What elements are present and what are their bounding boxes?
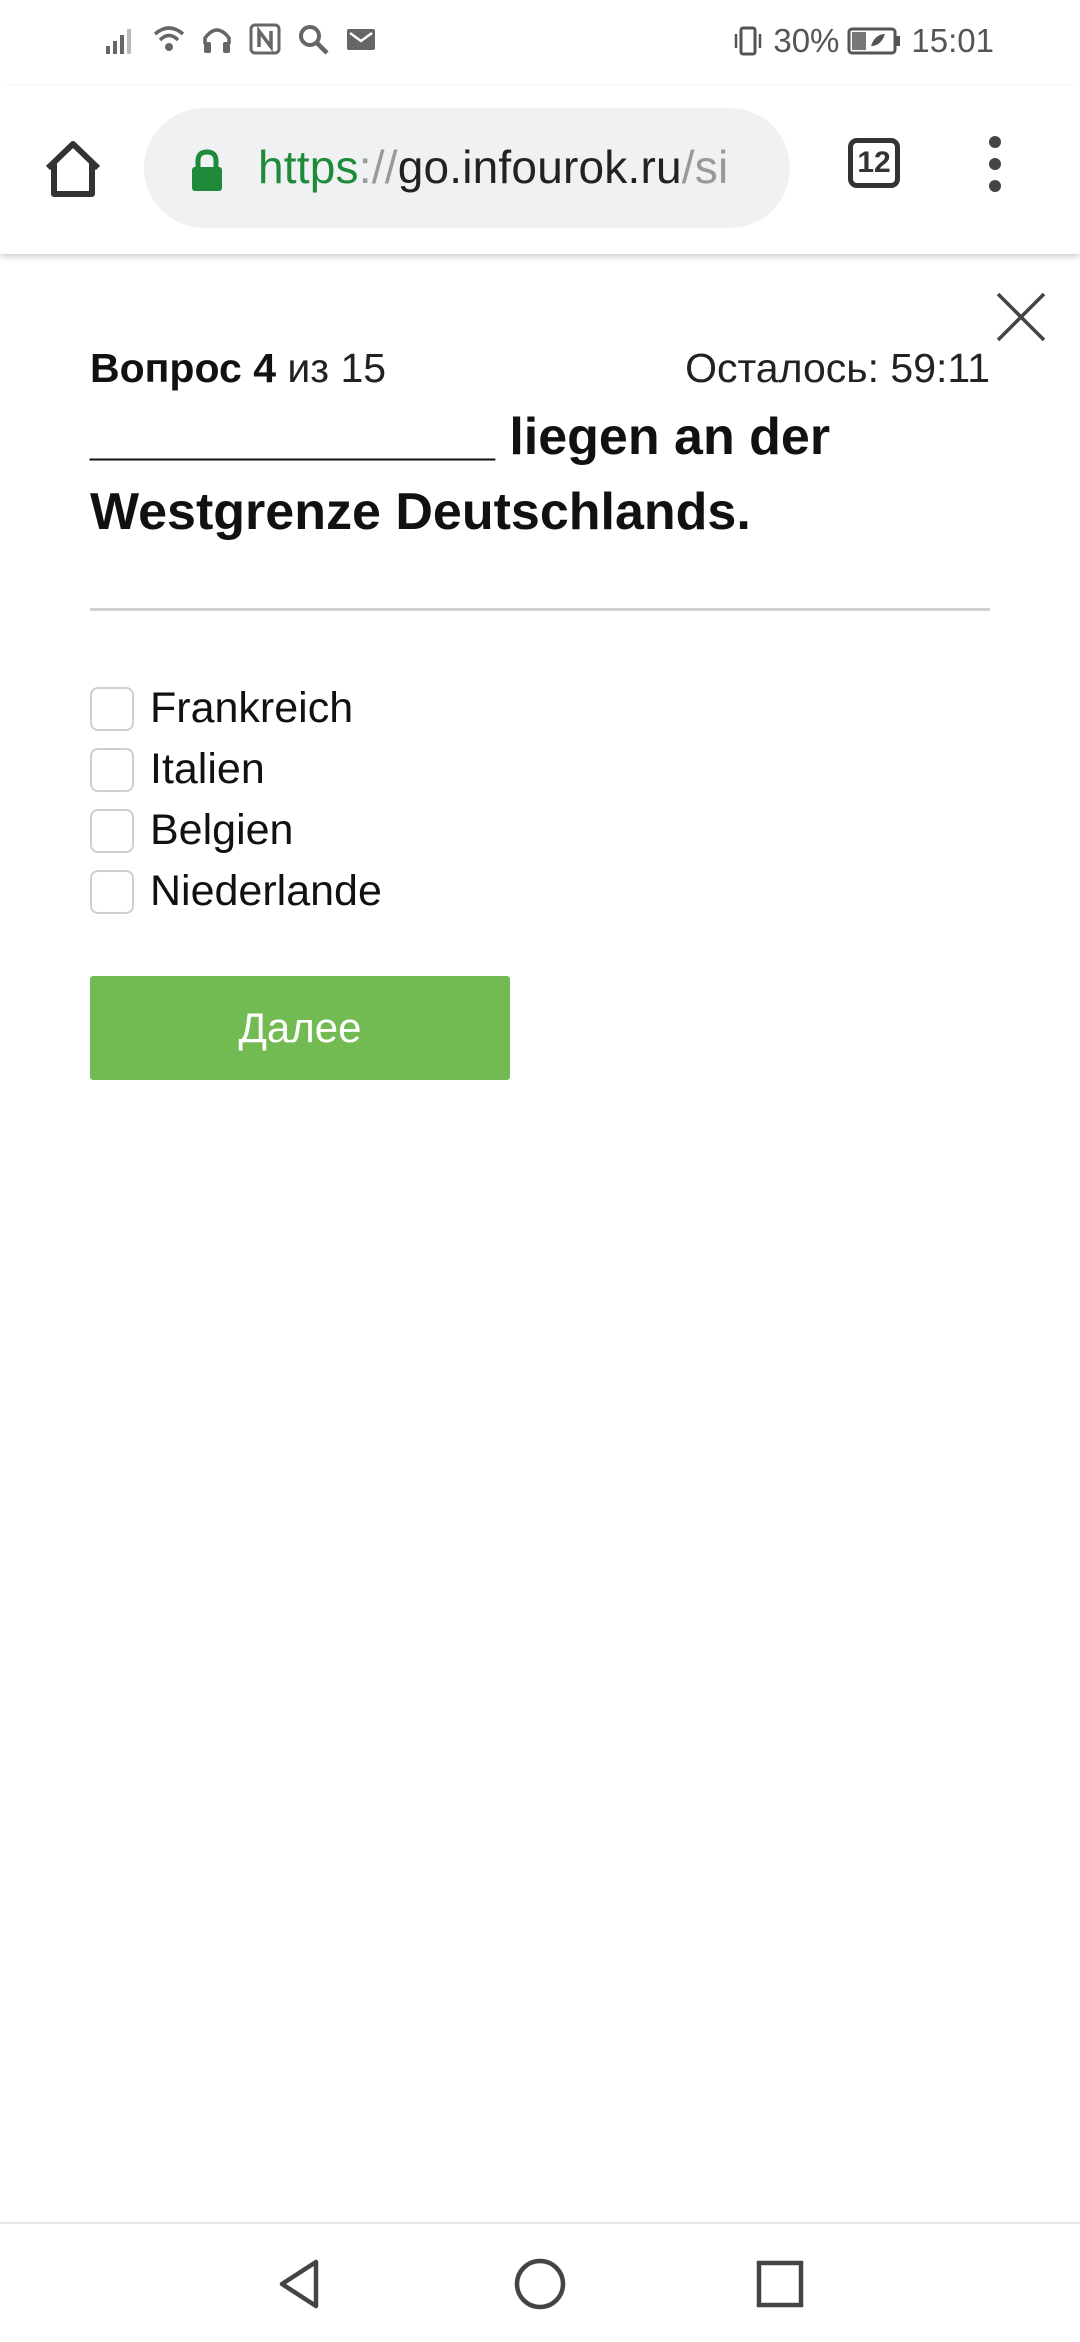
url-separator: :// — [358, 141, 398, 193]
timer: Осталось: 59:11 — [685, 345, 990, 391]
url-text: https://go.infourok.ru/si — [258, 140, 728, 194]
headset-icon — [203, 28, 231, 53]
option-label: Italien — [150, 745, 265, 793]
checkbox[interactable] — [90, 869, 134, 914]
question-label: Вопрос — [90, 345, 242, 391]
checkbox[interactable] — [90, 808, 134, 853]
answer-option[interactable]: Belgien — [90, 800, 990, 861]
checkbox[interactable] — [90, 747, 134, 792]
checkbox[interactable] — [90, 686, 134, 731]
option-label: Belgien — [150, 806, 294, 854]
answer-option[interactable]: Italien — [90, 739, 990, 800]
mail-icon — [347, 29, 375, 50]
navigation-bar — [0, 2222, 1080, 2342]
url-path: /si — [681, 141, 729, 193]
answer-option[interactable]: Frankreich — [90, 678, 990, 739]
url-bar[interactable]: https://go.infourok.ru/si — [144, 108, 790, 228]
question-total: из 15 — [287, 345, 387, 391]
search-icon — [299, 25, 329, 55]
option-label: Frankreich — [150, 684, 354, 732]
url-host: go.infourok.ru — [397, 141, 682, 193]
tabs-button[interactable]: 12 — [848, 138, 900, 188]
clock: 15:01 — [911, 22, 994, 59]
status-icons-left — [104, 22, 378, 56]
status-icons-right: 30% 15:01 — [731, 22, 994, 60]
back-icon[interactable] — [270, 2254, 330, 2314]
divider — [90, 608, 990, 611]
lock-icon — [192, 149, 222, 191]
wifi-icon — [153, 26, 185, 51]
close-icon[interactable] — [992, 288, 1050, 346]
url-scheme: https — [258, 141, 359, 193]
battery-percent: 30% — [773, 22, 840, 59]
home-icon[interactable] — [40, 136, 106, 202]
option-label: Niederlande — [150, 867, 382, 915]
answer-option[interactable]: Niederlande — [90, 861, 990, 922]
battery-icon — [847, 27, 901, 55]
next-button[interactable]: Далее — [90, 976, 510, 1080]
home-nav-icon[interactable] — [510, 2254, 570, 2314]
question-header: Вопрос 4 из 15 Осталось: 59:11 — [90, 345, 990, 395]
question-number: 4 — [253, 345, 276, 391]
answer-options: Frankreich Italien Belgien Niederlande — [90, 678, 990, 922]
browser-toolbar: https://go.infourok.ru/si 12 — [0, 86, 1080, 254]
nfc-icon — [249, 23, 281, 55]
signal-icon — [106, 29, 131, 54]
status-bar: 30% 15:01 — [0, 0, 1080, 86]
question-text: ______________ liegen an der Westgrenze … — [90, 408, 831, 541]
vibrate-icon — [735, 26, 762, 56]
menu-icon[interactable] — [980, 130, 1010, 200]
recents-icon[interactable] — [750, 2254, 810, 2314]
